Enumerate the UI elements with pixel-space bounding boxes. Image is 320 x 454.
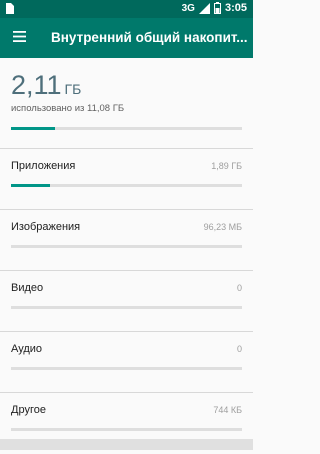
category-apps[interactable]: Приложения 1,89 ГБ — [0, 150, 253, 210]
page-title: Внутренний общий накопит... — [51, 30, 247, 45]
category-images[interactable]: Изображения 96,23 МБ — [0, 211, 253, 271]
battery-icon — [213, 2, 221, 14]
category-size: 744 КБ — [213, 405, 242, 415]
category-bar — [11, 367, 242, 370]
toolbar: Внутренний общий накопит... — [0, 18, 253, 58]
category-label: Другое — [11, 404, 46, 416]
category-label: Приложения — [11, 160, 76, 172]
status-bar: 3G 3:05 — [0, 0, 253, 18]
used-unit: ГБ — [64, 81, 82, 97]
navigation-bar — [0, 439, 253, 450]
category-label: Видео — [11, 282, 44, 294]
category-bar — [11, 306, 242, 309]
category-bar-fill — [11, 184, 51, 187]
category-bar — [11, 428, 242, 431]
divider — [0, 209, 253, 210]
category-label: Изображения — [11, 221, 81, 233]
notification-file-icon — [6, 3, 14, 14]
used-amount: 2,11 ГБ — [11, 70, 81, 101]
category-bar — [11, 184, 242, 187]
network-type: 3G — [181, 2, 195, 14]
category-audio[interactable]: Аудио 0 — [0, 333, 253, 393]
category-bar — [11, 245, 242, 248]
signal-icon — [198, 2, 210, 14]
used-number: 2,11 — [11, 70, 62, 100]
category-size: 0 — [236, 344, 242, 354]
divider — [0, 331, 253, 332]
category-video[interactable]: Видео 0 — [0, 272, 253, 332]
used-caption: использовано из 11,08 ГБ — [11, 103, 125, 114]
menu-icon[interactable] — [13, 31, 26, 42]
category-size: 0 — [236, 283, 242, 293]
clock: 3:05 — [224, 2, 247, 14]
divider — [0, 148, 253, 149]
divider — [0, 270, 253, 271]
category-label: Аудио — [11, 343, 43, 355]
storage-summary: 2,11 ГБ использовано из 11,08 ГБ — [0, 58, 253, 148]
category-size: 1,89 ГБ — [211, 161, 242, 171]
total-usage-bar — [11, 127, 242, 130]
divider — [0, 392, 253, 393]
category-size: 96,23 МБ — [203, 222, 242, 232]
total-usage-fill — [11, 127, 55, 130]
